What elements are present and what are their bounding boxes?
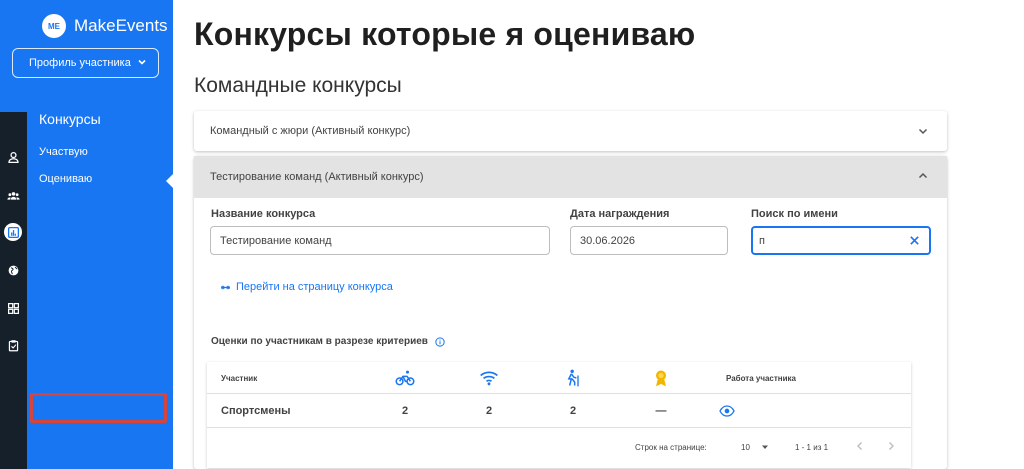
profile-button-label: Профиль участника (29, 57, 131, 69)
chevron-right-icon (889, 442, 894, 450)
table-row[interactable]: Спортсмены 2 2 2 — (207, 394, 911, 428)
contest-name-label: Название конкурса (211, 208, 316, 220)
chevron-up-icon (918, 172, 928, 179)
table-header-row: Участник Работа участника (207, 362, 911, 394)
wifi-icon (469, 362, 509, 394)
accordion-title: Тестирование команд (Активный конкурс) (210, 171, 424, 183)
logo[interactable]: ME MakeEvents (42, 14, 168, 38)
work-column-header: Работа участника (725, 373, 796, 383)
section-title: Командные конкурсы (194, 74, 402, 97)
pagination: Строк на странице: 10 1 - 1 из 1 (207, 428, 911, 468)
accordion-header[interactable]: Командный с жюри (Активный конкурс) (194, 111, 947, 151)
contest-page-link[interactable]: Перейти на страницу конкурса (221, 281, 393, 293)
chart-icon[interactable] (4, 223, 22, 241)
hiking-icon (553, 362, 593, 394)
accordion-header[interactable]: Тестирование команд (Активный конкурс) (194, 156, 947, 198)
contest-name-field[interactable]: Тестирование команд (210, 226, 550, 255)
chevron-down-icon (138, 59, 146, 65)
group-icon[interactable] (4, 186, 22, 204)
sidebar-section-title[interactable]: Конкурсы (39, 111, 101, 127)
participant-column-header[interactable]: Участник (221, 362, 281, 394)
caret-down-icon (761, 445, 768, 449)
app-root: ME MakeEvents Профиль участника Конкурсы… (0, 0, 1024, 469)
info-icon[interactable] (435, 336, 445, 347)
contest-name-value: Тестирование команд (220, 234, 332, 247)
link-icon (221, 285, 230, 289)
scores-title-text: Оценки по участникам в разрезе критериев (211, 336, 428, 347)
award-date-value: 30.06.2026 (580, 234, 636, 247)
award-date-label: Дата награждения (570, 208, 670, 220)
person-icon[interactable] (4, 148, 22, 166)
logo-badge: ME (42, 14, 66, 38)
eye-icon[interactable] (707, 394, 747, 428)
scores-table: Участник Работа участника Спортсмены 2 2… (207, 362, 911, 468)
score-cell: 2 (569, 405, 577, 417)
close-icon[interactable] (909, 235, 920, 246)
accordion-title: Командный с жюри (Активный конкурс) (210, 125, 411, 137)
bike-icon (385, 362, 425, 394)
next-page-button[interactable] (886, 441, 896, 453)
clipboard-icon[interactable] (4, 336, 22, 354)
chevron-down-icon (918, 128, 928, 135)
award-date-field[interactable]: 30.06.2026 (570, 226, 728, 255)
prev-page-button[interactable] (855, 441, 865, 453)
contest-page-link-text: Перейти на страницу конкурса (236, 281, 393, 293)
scores-section-title: Оценки по участникам в разрезе критериев (211, 336, 445, 347)
rows-per-page-label: Строк на странице: (635, 443, 707, 452)
score-cell: 2 (485, 405, 493, 417)
chevron-left-icon (857, 442, 862, 450)
participant-name: Спортсмены (221, 405, 291, 417)
search-input[interactable]: п (751, 226, 931, 255)
app-name: MakeEvents (74, 16, 168, 35)
sidebar-item-participate[interactable]: Участвую (39, 146, 88, 158)
page-title: Конкурсы которые я оцениваю (194, 16, 696, 52)
globe-icon[interactable] (4, 261, 22, 279)
score-cell: 2 (401, 405, 409, 417)
profile-select-button[interactable]: Профиль участника (12, 48, 159, 78)
rows-per-page-value: 10 (741, 442, 750, 452)
accordion-jury-contest[interactable]: Командный с жюри (Активный конкурс) (194, 111, 947, 151)
sidebar-item-evaluate[interactable]: Оцениваю (39, 173, 92, 185)
rows-per-page-select[interactable]: 10 (741, 439, 775, 455)
active-item-indicator (166, 174, 173, 188)
grid-icon[interactable] (4, 299, 22, 317)
score-cell: — (655, 405, 667, 417)
page-range: 1 - 1 из 1 (795, 443, 829, 452)
search-value: п (759, 234, 765, 247)
highlight-box (30, 393, 167, 423)
award-icon (641, 362, 681, 394)
accordion-team-testing: Тестирование команд (Активный конкурс) Н… (194, 156, 947, 469)
search-label: Поиск по имени (751, 208, 838, 220)
main-content: Конкурсы которые я оцениваю Командные ко… (173, 0, 1024, 469)
